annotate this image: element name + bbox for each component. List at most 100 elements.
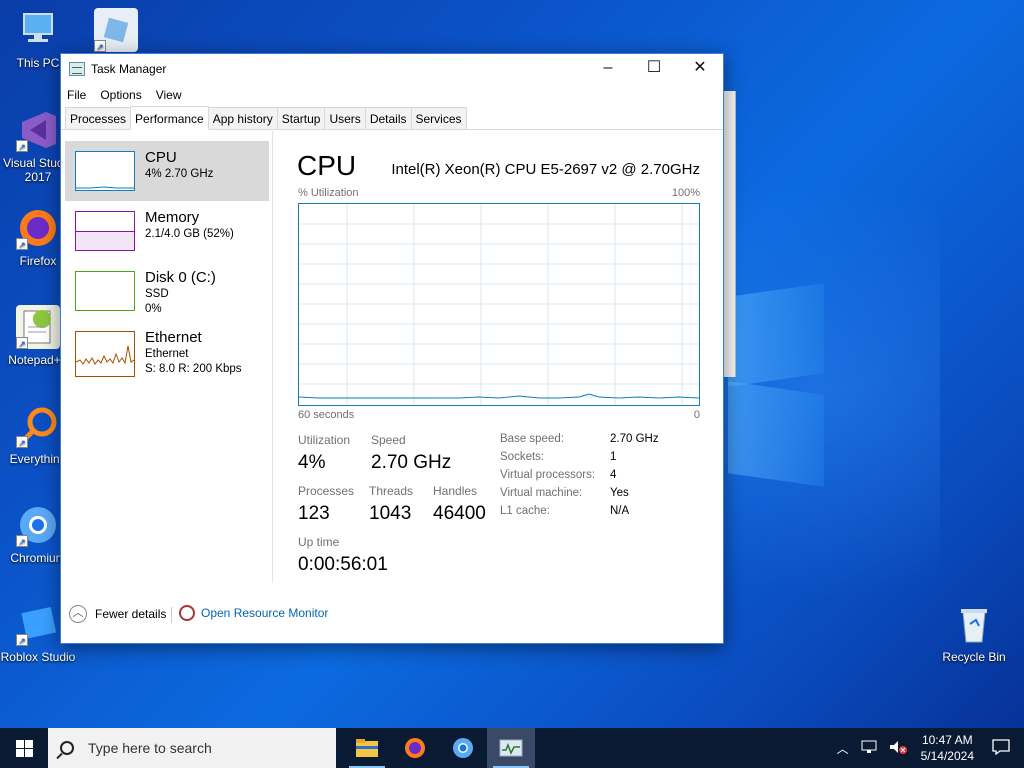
desktop-icon-label: Roblox Studio <box>0 650 76 664</box>
resource-detail: 2.1/4.0 GB (52%) <box>145 228 234 240</box>
resource-detail: 4% 2.70 GHz <box>145 168 214 180</box>
tab-bar: Processes Performance App history Startu… <box>61 106 723 130</box>
menu-file[interactable]: File <box>67 88 86 102</box>
windows-logo-pane <box>728 283 824 387</box>
detail-key: Virtual processors: <box>500 469 596 481</box>
cpu-model: Intel(R) Xeon(R) CPU E5-2697 v2 @ 2.70GH… <box>391 161 700 178</box>
ethernet-mini-graph <box>75 331 135 377</box>
detail-key: Sockets: <box>500 451 545 463</box>
open-resource-monitor-link[interactable]: Open Resource Monitor <box>179 605 328 621</box>
taskbar-chromium[interactable] <box>439 728 487 768</box>
cpu-mini-graph <box>75 151 135 191</box>
detail-value: 1 <box>610 451 617 463</box>
volume-muted-icon[interactable] <box>889 740 907 757</box>
desktop-icon-roblox-top[interactable]: ↗ <box>78 8 154 56</box>
roblox-icon: ↗ <box>94 8 138 52</box>
resource-name: Disk 0 (C:) <box>145 269 216 286</box>
window-footer: ︿ Fewer details Open Resource Monitor <box>61 591 723 643</box>
taskbar-file-explorer[interactable] <box>343 728 391 768</box>
network-icon[interactable] <box>861 740 877 757</box>
roblox-studio-icon: ↗ <box>16 602 60 646</box>
task-manager-window: Task Manager – ☐ ✕ File Options View Pro… <box>60 53 724 644</box>
search-magnifier-icon: ↗ <box>16 404 60 448</box>
window-controls: – ☐ ✕ <box>585 54 723 84</box>
resource-name: CPU <box>145 149 177 166</box>
threads-label: Threads <box>369 484 414 498</box>
resource-item-ethernet[interactable]: Ethernet Ethernet S: 8.0 R: 200 Kbps <box>65 327 269 387</box>
chevron-up-icon[interactable]: ︿ <box>837 740 849 757</box>
utilization-label: Utilization <box>298 433 351 447</box>
firefox-icon: ↗ <box>16 206 60 250</box>
detail-value: 4 <box>610 469 617 481</box>
desktop-icon-recycle-bin[interactable]: Recycle Bin <box>936 602 1012 664</box>
background-window-edge <box>722 91 736 377</box>
detail-value: Yes <box>610 487 629 499</box>
menu-view[interactable]: View <box>156 88 182 102</box>
tab-services[interactable]: Services <box>410 107 467 129</box>
shortcut-arrow-icon: ↗ <box>16 634 28 646</box>
minimize-button[interactable]: – <box>585 54 631 84</box>
computer-icon <box>16 8 60 52</box>
memory-mini-graph <box>75 211 135 251</box>
disk-mini-graph <box>75 271 135 311</box>
detail-value: 2.70 GHz <box>610 433 659 445</box>
search-icon <box>60 741 74 755</box>
cpu-utilization-graph <box>298 203 700 406</box>
shortcut-arrow-icon: ↗ <box>16 140 28 152</box>
shortcut-arrow-icon: ↗ <box>16 535 28 547</box>
graph-zero-label: 0 <box>693 409 700 421</box>
shortcut-arrow-icon: ↗ <box>16 238 28 250</box>
task-manager-icon <box>499 739 523 757</box>
detail-key: L1 cache: <box>500 505 550 517</box>
clock-date: 5/14/2024 <box>920 749 974 763</box>
menu-bar: File Options View <box>61 84 723 106</box>
taskbar-search-box[interactable]: Type here to search <box>48 728 336 768</box>
taskbar-task-manager[interactable] <box>487 728 535 768</box>
shortcut-arrow-icon: ↗ <box>16 436 28 448</box>
detail-value: N/A <box>610 505 630 517</box>
clock-time: 10:47 AM <box>921 733 973 747</box>
notepad-plus-plus-icon: ↗ <box>16 305 60 349</box>
chromium-icon: ↗ <box>16 503 60 547</box>
open-resource-monitor-label: Open Resource Monitor <box>201 606 329 620</box>
tab-app-history[interactable]: App history <box>207 107 278 129</box>
clock[interactable]: 10:47 AM 5/14/2024 <box>921 732 974 764</box>
title-bar[interactable]: Task Manager – ☐ ✕ <box>61 54 723 84</box>
resource-item-cpu[interactable]: CPU 4% 2.70 GHz <box>65 141 269 201</box>
resource-list: CPU 4% 2.70 GHz Memory 2.1/4.0 GB (52%) … <box>61 131 273 583</box>
uptime-value: 0:00:56:01 <box>298 554 388 575</box>
resource-item-memory[interactable]: Memory 2.1/4.0 GB (52%) <box>65 201 269 261</box>
utilization-value: 4% <box>298 452 326 473</box>
taskbar: Type here to search ︿ 10:47 AM 5/14/2024 <box>0 728 1024 768</box>
firefox-icon <box>405 738 425 758</box>
resource-name: Ethernet <box>145 329 202 346</box>
system-tray: ︿ 10:47 AM 5/14/2024 <box>831 728 1024 768</box>
taskbar-firefox[interactable] <box>391 728 439 768</box>
memory-fill <box>76 231 134 250</box>
tab-startup[interactable]: Startup <box>276 107 326 129</box>
menu-options[interactable]: Options <box>100 88 141 102</box>
tab-performance[interactable]: Performance <box>130 106 209 130</box>
visual-studio-icon: ↗ <box>16 108 60 152</box>
windows-logo-pane <box>728 381 824 487</box>
fewer-details-button[interactable]: ︿ Fewer details <box>69 605 166 623</box>
detail-key: Virtual machine: <box>500 487 583 499</box>
detail-key: Base speed: <box>500 433 564 445</box>
fewer-details-label: Fewer details <box>95 607 167 621</box>
tab-details[interactable]: Details <box>364 107 412 129</box>
task-manager-icon <box>69 62 85 76</box>
notifications-icon[interactable] <box>992 738 1010 758</box>
footer-divider <box>171 607 172 623</box>
cpu-graph-svg <box>298 204 700 405</box>
close-button[interactable]: ✕ <box>677 54 723 84</box>
start-button[interactable] <box>0 728 48 768</box>
resource-item-disk[interactable]: Disk 0 (C:) SSD 0% <box>65 261 269 321</box>
graph-label: % Utilization <box>298 187 359 199</box>
resource-detail: SSD <box>145 288 169 300</box>
shortcut-arrow-icon: ↗ <box>16 337 28 349</box>
tab-users[interactable]: Users <box>324 107 366 129</box>
shortcut-arrow-icon: ↗ <box>94 40 106 52</box>
tab-processes[interactable]: Processes <box>65 107 132 129</box>
maximize-button[interactable]: ☐ <box>631 54 677 84</box>
recycle-bin-icon <box>952 602 996 646</box>
